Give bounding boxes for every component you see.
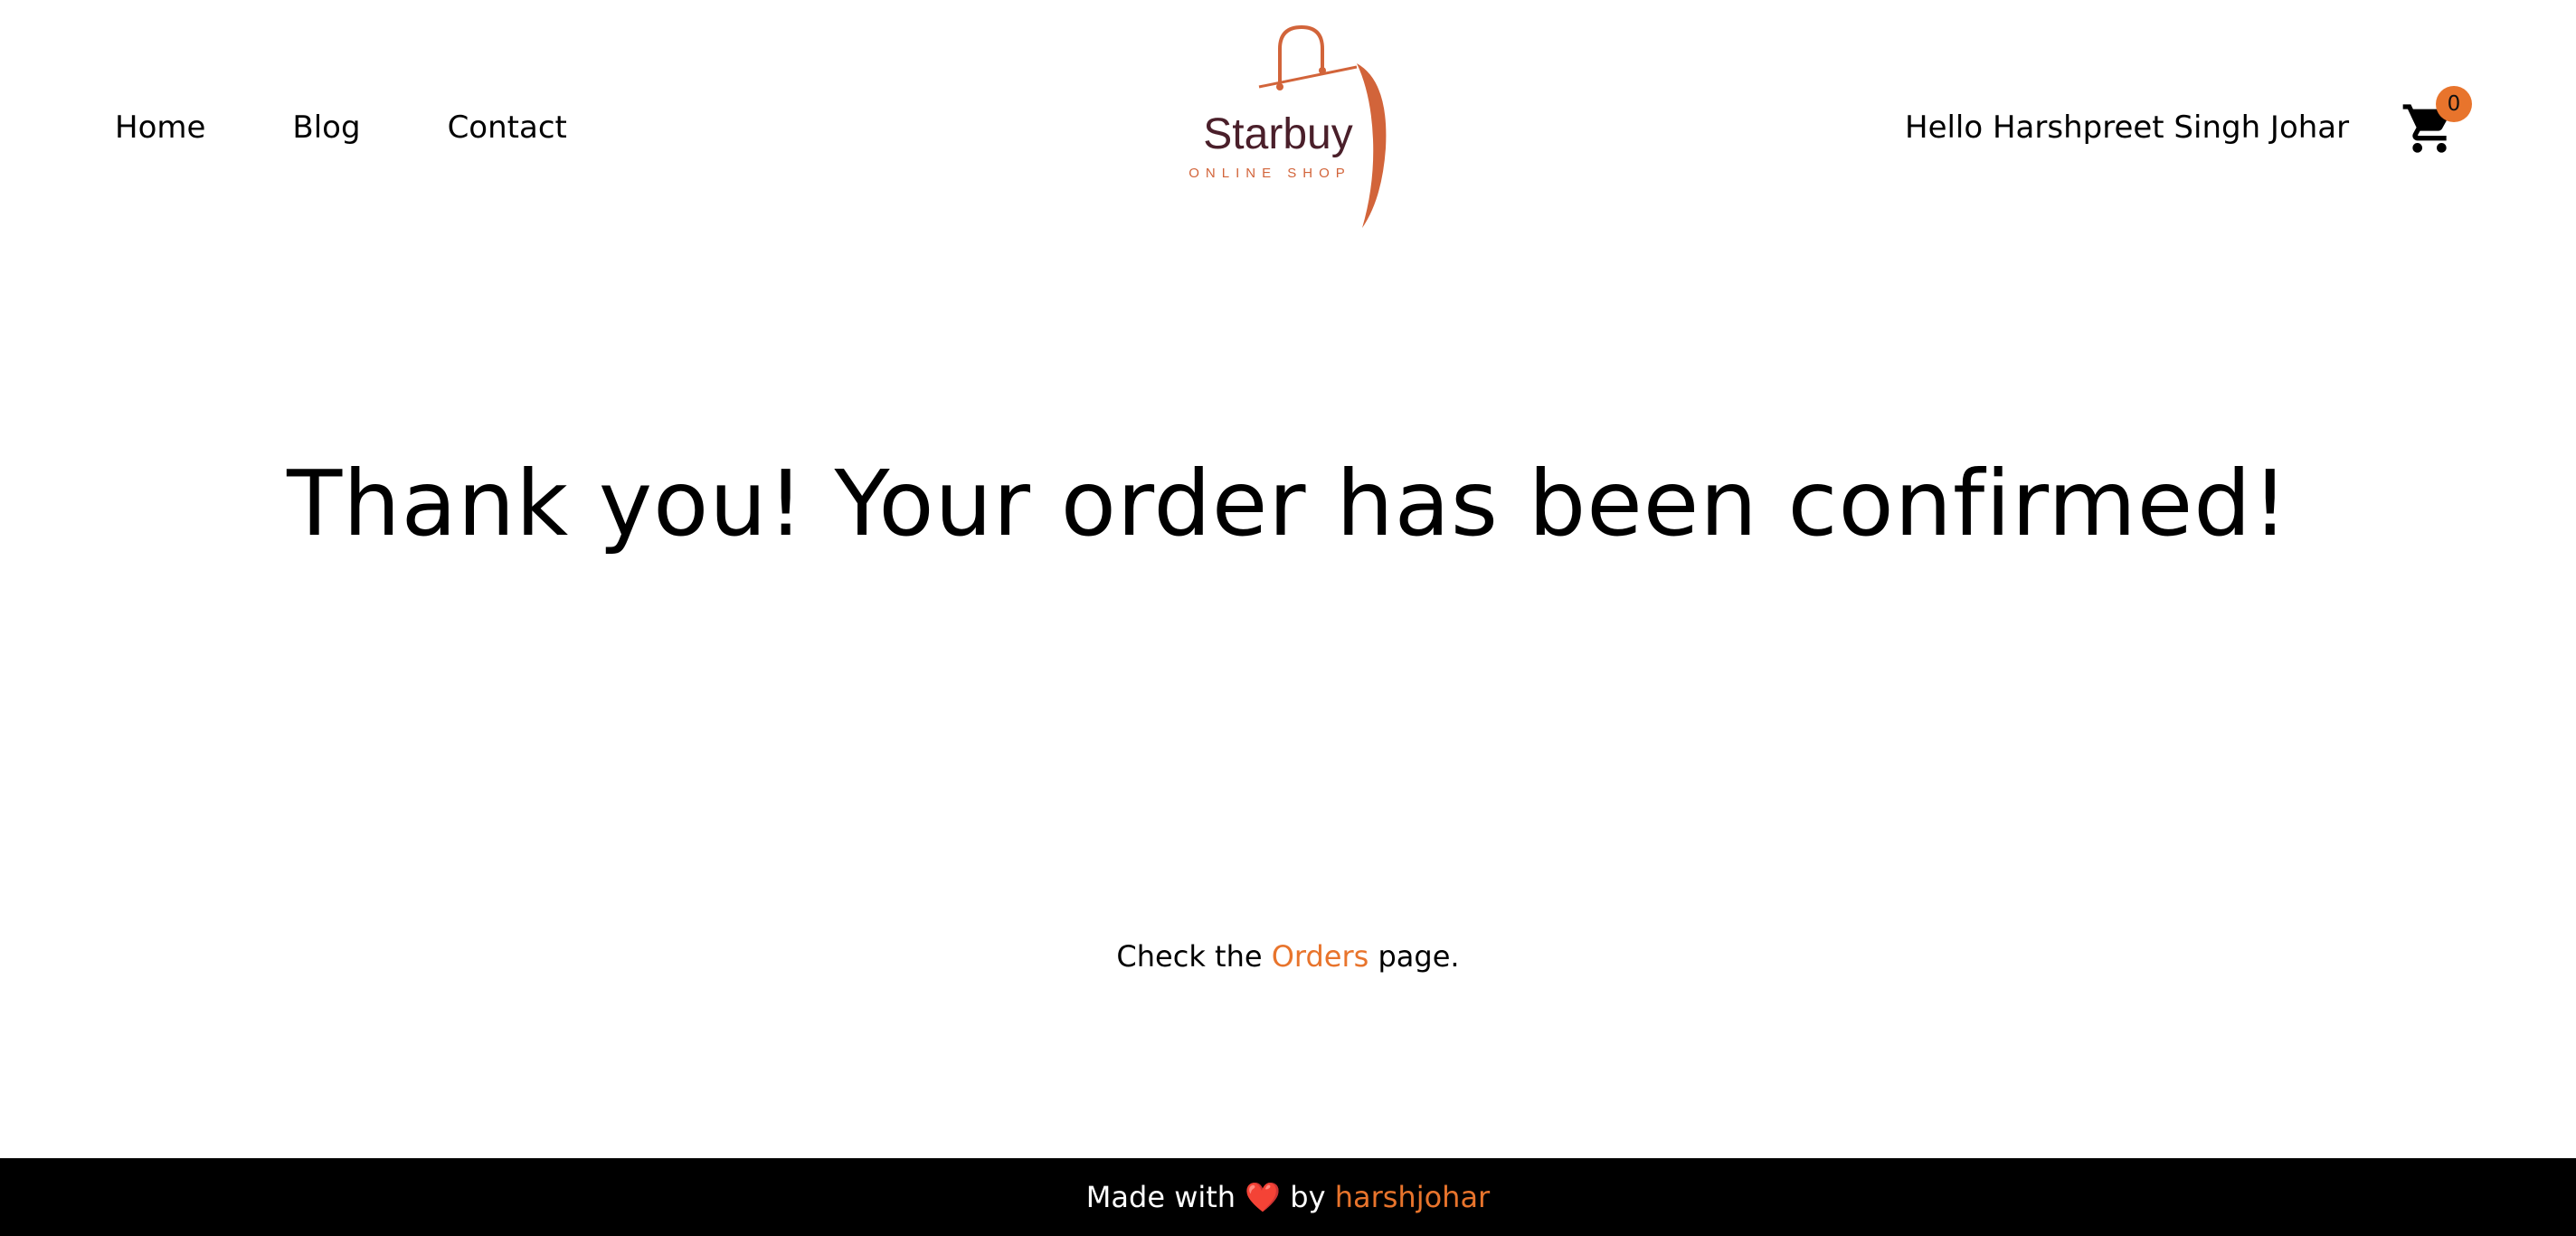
nav-home-link[interactable]: Home [115, 105, 205, 150]
logo-tagline: ONLINE SHOP [1189, 166, 1351, 181]
author-link[interactable]: harshjohar [1335, 1180, 1491, 1214]
footer-prefix: Made with [1085, 1180, 1236, 1214]
nav-contact-link[interactable]: Contact [448, 105, 567, 150]
logo-name: Starbuy [1203, 110, 1352, 158]
cart-count-badge: 0 [2436, 86, 2472, 122]
footer-by: by [1290, 1180, 1326, 1214]
nav-blog-link[interactable]: Blog [292, 105, 360, 150]
orders-hint-suffix: page. [1378, 939, 1460, 974]
user-greeting: Hello Harshpreet Singh Johar [1905, 109, 2350, 146]
orders-hint-prefix: Check the [1116, 939, 1263, 974]
main-nav: Home Blog Contact [115, 105, 567, 150]
shopping-bag-logo-icon: Starbuy ONLINE SHOP [1189, 24, 1387, 228]
heart-icon: ❤️ [1245, 1180, 1282, 1214]
page: Home Blog Contact Starbuy ONLINE SHOP He… [0, 0, 2576, 1236]
orders-link[interactable]: Orders [1272, 939, 1369, 974]
footer: Made with ❤️ by harshjohar [0, 1158, 2576, 1236]
order-confirmed-heading: Thank you! Your order has been confirmed… [287, 451, 2289, 556]
starbuy-logo[interactable]: Starbuy ONLINE SHOP [1176, 22, 1411, 235]
orders-hint: Check the Orders page. [0, 936, 2576, 977]
